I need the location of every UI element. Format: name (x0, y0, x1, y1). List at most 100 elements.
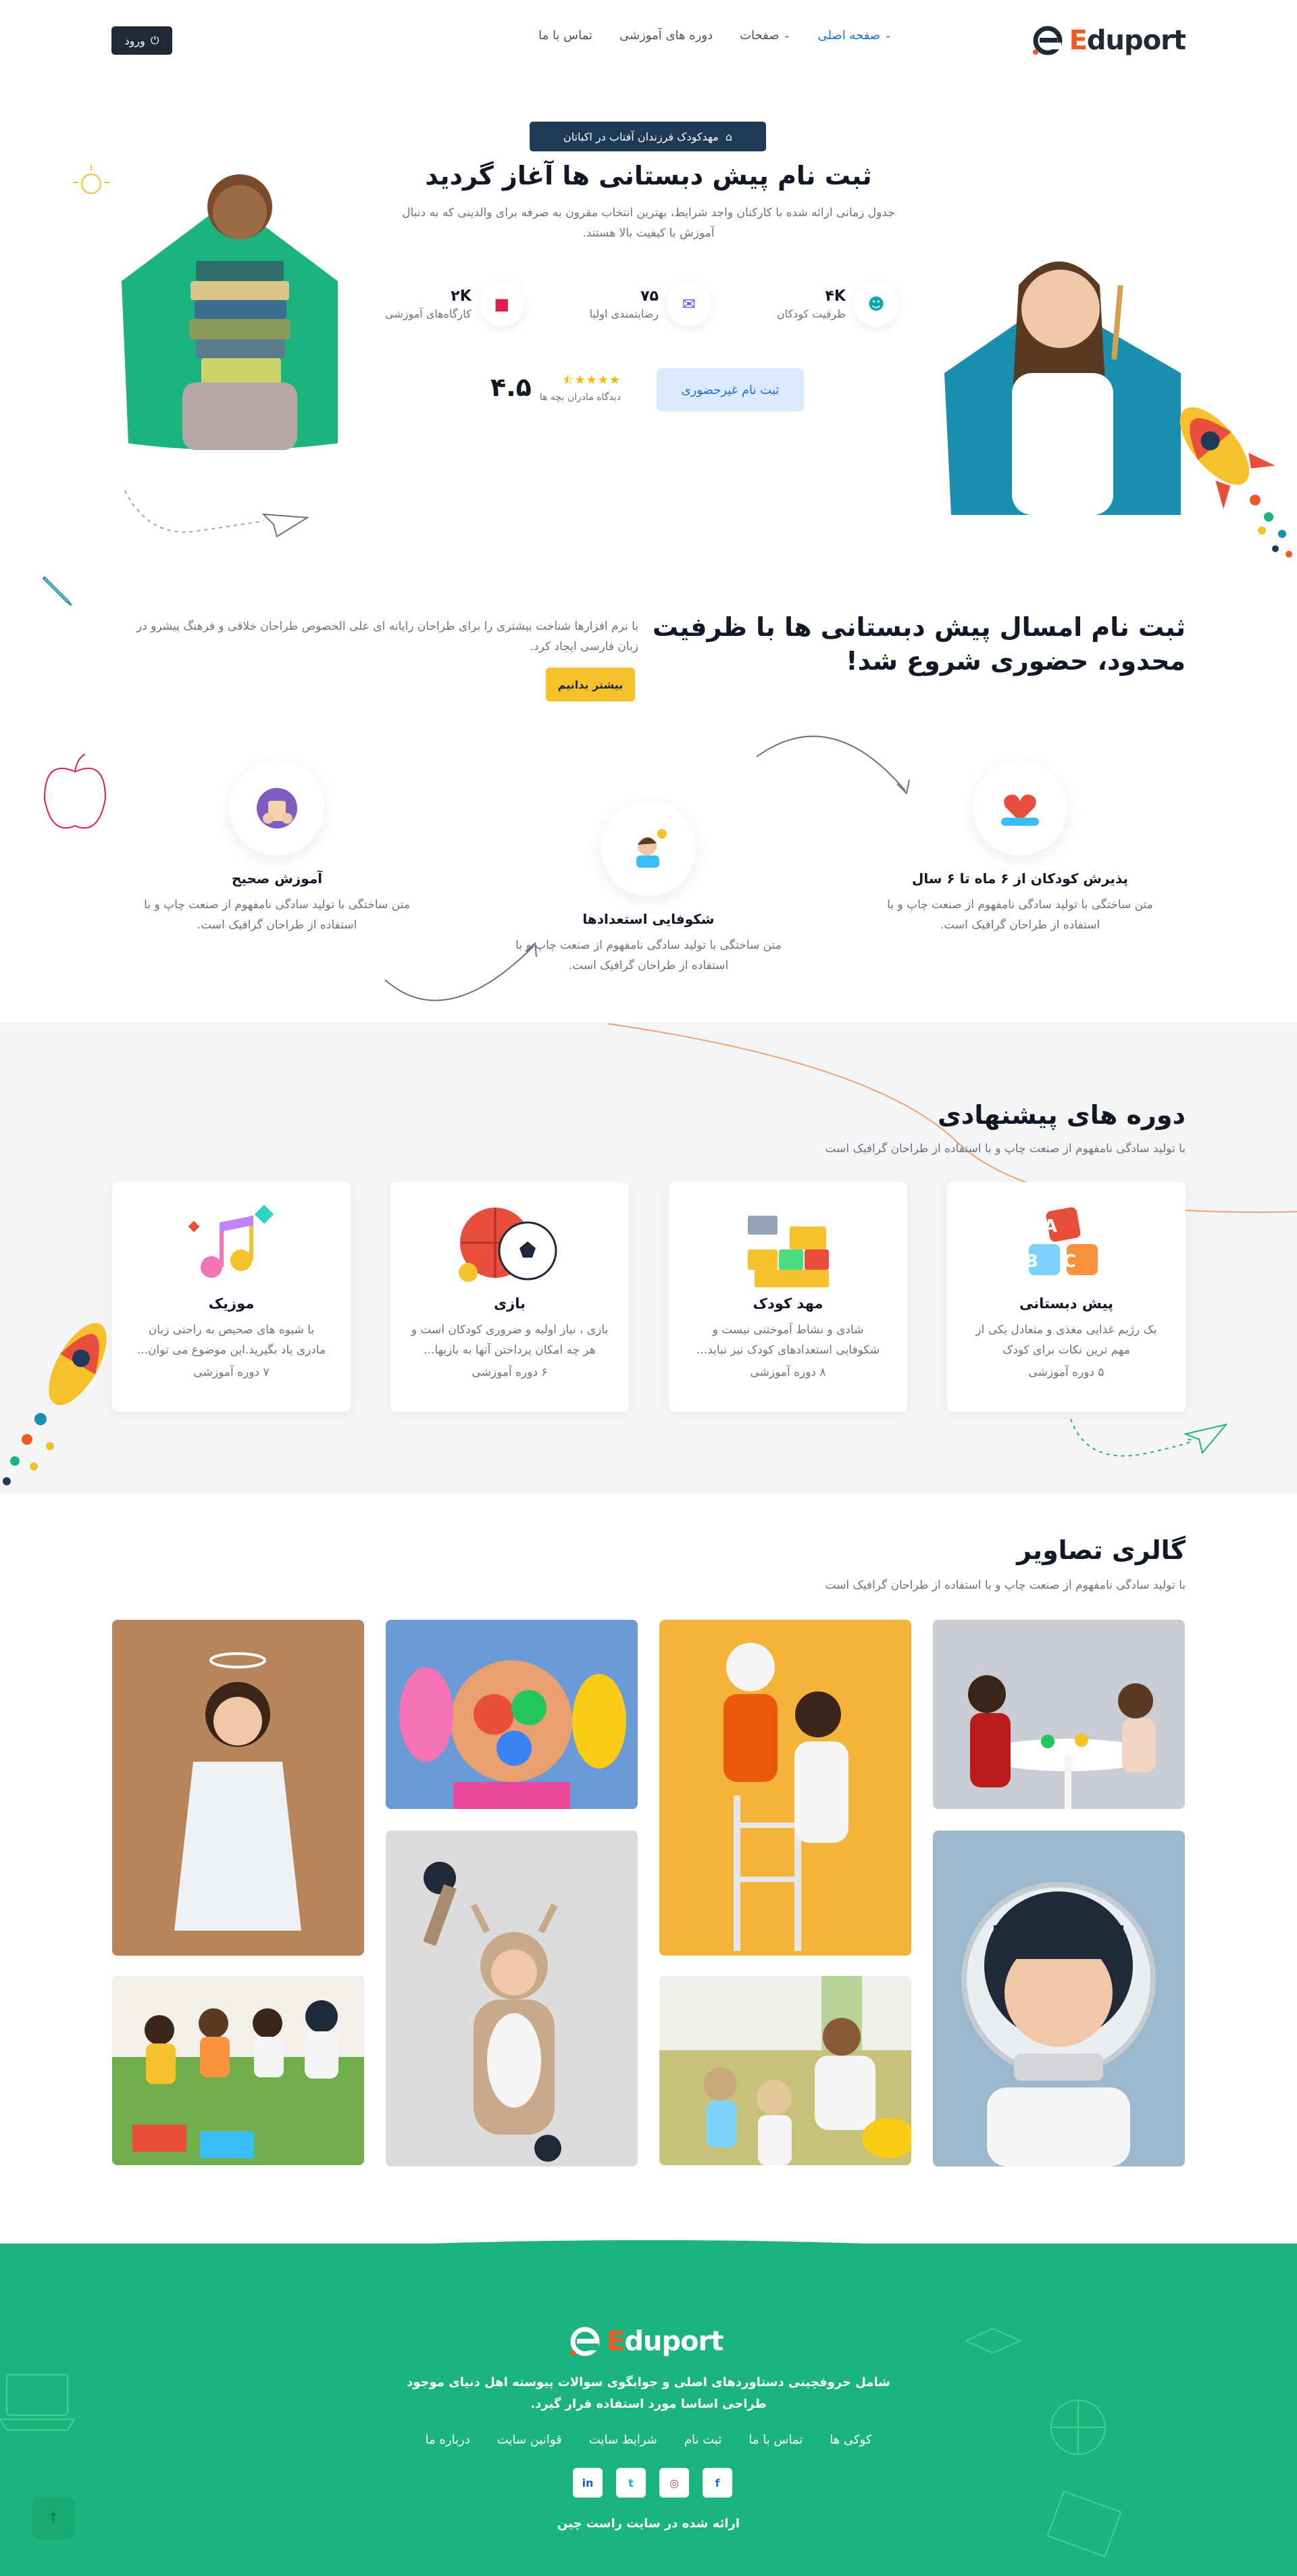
feature-title: آموزش صحیح (231, 870, 323, 887)
stat-workshops: ■ ۲K کارگاه‌های آموزشی (385, 277, 524, 331)
social-links: f ◎ t in (573, 2468, 732, 2498)
svg-text:A: A (1043, 1216, 1057, 1237)
lightbulb-doodle-icon (68, 162, 115, 209)
stat-label: کارگاه‌های آموزشی (385, 307, 472, 320)
nav-label: صفحات (740, 28, 780, 43)
nav-item-contact[interactable]: تماس با ما (538, 28, 592, 43)
feature-title: شکوفایی استعدادها (582, 911, 715, 927)
apple-doodle-icon (38, 751, 112, 839)
chevron-down-icon: ⌄ (884, 30, 892, 41)
main-nav: صفحه اصلی ⌄ صفحات ⌄ دوره های آموزشی تماس ب… (538, 28, 892, 43)
nav-item-home[interactable]: صفحه اصلی ⌄ (817, 28, 892, 43)
remote-register-button[interactable]: ثبت نام غیرحضوری (657, 368, 804, 412)
footer-link-cookies[interactable]: کوکی ها (830, 2433, 871, 2447)
feature-admission: پذیرش کودکان از ۶ ماه تا ۶ سال متن ساختگ… (885, 761, 1155, 935)
boy-with-books-illustration (115, 159, 365, 457)
gallery-subtitle: با تولید سادگی نامفهوم از صنعت چاپ و با … (825, 1579, 1186, 1592)
feature-education: آموزش صحیح متن ساختگی با تولید سادگی نام… (142, 761, 412, 935)
footer-logo[interactable]: Eduport (567, 2325, 723, 2358)
logo-text: Eduport (1069, 25, 1186, 56)
hero-description: جدول زمانی ارائه شده با کارکنان واجد شرا… (402, 206, 895, 240)
music-notes-icon (184, 1202, 279, 1290)
stat-label: رضایتمندی اولیا (589, 307, 659, 320)
back-to-top-button[interactable]: ↑ (32, 2498, 74, 2540)
login-label: ورود (124, 34, 145, 47)
helmet-boy-photo[interactable] (933, 1831, 1185, 2166)
enrollment-title: ثبت نام امسال پیش دبستانی ها با ظرفیت مح… (652, 612, 1186, 676)
rating-value: ۴.۵ (490, 372, 532, 402)
site-logo[interactable]: Eduport (1030, 22, 1186, 59)
hero-badge-text: مهدکودک فرزندان آفتاب در اکباتان (563, 130, 719, 143)
deer-costume-photo[interactable] (386, 1831, 638, 2166)
stat-kids-capacity: ☻ ۴K ظرفیت کودکان (777, 277, 898, 331)
rating-label: دیدگاه مادران بچه ها (539, 392, 621, 403)
footer-links: درباره ما قوانین سایت شرایط سایت ثبت نام… (405, 2433, 892, 2447)
rocket-illustration (0, 1304, 122, 1493)
lego-bricks-icon (741, 1202, 836, 1290)
abc-blocks-icon: AB C (1019, 1202, 1114, 1290)
nav-item-courses[interactable]: دوره های آموزشی (619, 28, 713, 43)
teacher-icon (230, 761, 324, 856)
nav-label: صفحه اصلی (817, 28, 881, 43)
idea-boy-icon (601, 801, 696, 896)
laptop-doodle-icon (0, 2365, 81, 2439)
course-count: ۷ دوره آموزشی (193, 1366, 270, 1379)
hero-rating: ۴.۵ ★★★★⯪ دیدگاه مادران بچه ها (490, 372, 621, 403)
course-card-music[interactable]: موزیک با شیوه های صحیص به راحتی زبان ماد… (112, 1182, 351, 1412)
footer-link-terms[interactable]: شرایط سایت (589, 2433, 657, 2447)
kids-yoga-photo[interactable] (112, 1976, 364, 2165)
learn-more-button[interactable]: بیشتر بدانیم (546, 668, 635, 701)
school-icon: ⌂ (725, 130, 732, 143)
course-title: پیش دبستانی (1019, 1295, 1114, 1312)
copyright-text: ارائه شده در سایت راست چین (557, 2517, 740, 2531)
logo-text: Eduport (607, 2326, 723, 2357)
facebook-icon[interactable]: f (703, 2468, 732, 2498)
linkedin-icon[interactable]: in (573, 2468, 603, 2498)
course-card-preschool[interactable]: AB C پیش دبستانی یک رژیم غذایی مغذی و متع… (947, 1182, 1186, 1412)
nav-label: دوره های آموزشی (619, 28, 713, 43)
hero-stats: ☻ ۴K ظرفیت کودکان ✉ ۷۵ رضایتمندی اولیا ■ ۲… (385, 277, 898, 331)
girl-angel-photo[interactable] (112, 1620, 364, 1956)
course-title: مهد کودک (753, 1295, 823, 1312)
footer-link-rules[interactable]: قوانین سایت (497, 2433, 562, 2447)
hero-badge: ⌂ مهدکودک فرزندان آفتاب در اکباتان (530, 122, 766, 151)
svg-text:B: B (1025, 1252, 1038, 1272)
paper-plane-doodle-icon (1067, 1406, 1229, 1466)
feature-title: پذیرش کودکان از ۶ ماه تا ۶ سال (911, 870, 1129, 887)
footer-link-register[interactable]: ثبت نام (684, 2433, 721, 2447)
footer-link-contact[interactable]: تماس با ما (748, 2433, 803, 2447)
hero-title: ثبت نام پیش دبستانی ها آغاز گردید (425, 161, 872, 191)
login-button[interactable]: ورود ⏻ (111, 26, 172, 55)
rocket-illustration (1154, 392, 1297, 568)
course-description: شادی و نشاط آموختنی نیست و شکوفایی استعد… (696, 1323, 880, 1357)
girl-with-pencil-illustration (938, 238, 1188, 522)
feature-description: متن ساختگی با تولید سادگی نامفهوم از صنع… (144, 898, 410, 932)
stat-value: ۴K (825, 288, 846, 305)
astronaut-kids-photo[interactable] (659, 1620, 911, 1956)
nav-item-pages[interactable]: صفحات ⌄ (740, 28, 790, 43)
course-title: موزیک (208, 1295, 255, 1312)
course-card-kindergarten[interactable]: مهد کودک شادی و نشاط آموختنی نیست و شکوف… (669, 1182, 907, 1412)
chevron-down-icon: ⌄ (783, 30, 791, 41)
reading-teacher-photo[interactable] (659, 1976, 911, 2165)
chat-icon: ✉ (666, 282, 711, 326)
paper-plane-doodle-icon (122, 484, 311, 558)
feature-talents: شکوفایی استعدادها متن ساختگی با تولید سا… (513, 801, 784, 976)
stat-parents-satisfaction: ✉ ۷۵ رضایتمندی اولیا (590, 277, 711, 331)
footer-description: شامل حروفچینی دستاوردهای اصلی و جوابگوی … (407, 2375, 890, 2411)
painted-face-photo[interactable] (386, 1620, 638, 1809)
footer-link-about[interactable]: درباره ما (426, 2433, 470, 2447)
twitter-icon[interactable]: t (616, 2468, 646, 2498)
courses-title: دوره های پیشنهادی (938, 1100, 1186, 1130)
arrow-up-icon: ↑ (47, 2510, 60, 2527)
instagram-icon[interactable]: ◎ (659, 2468, 689, 2498)
kids-table-photo[interactable] (933, 1620, 1185, 1809)
heart-hands-icon (973, 761, 1067, 856)
graduation-cap-doodle-icon (959, 2325, 1027, 2365)
course-card-play[interactable]: بازی بازی ، نیاز اولیه و ضروری کودکان اس… (390, 1182, 629, 1412)
nav-label: تماس با ما (538, 28, 593, 43)
pencil-doodle-icon (39, 573, 74, 608)
course-description: با شیوه های صحیص به راحتی زبان مادری یاد… (136, 1323, 326, 1357)
stat-value: ۲K (451, 288, 472, 305)
enrollment-description: با نرم افزارها شناخت بیشتری را برای طراح… (136, 620, 638, 653)
